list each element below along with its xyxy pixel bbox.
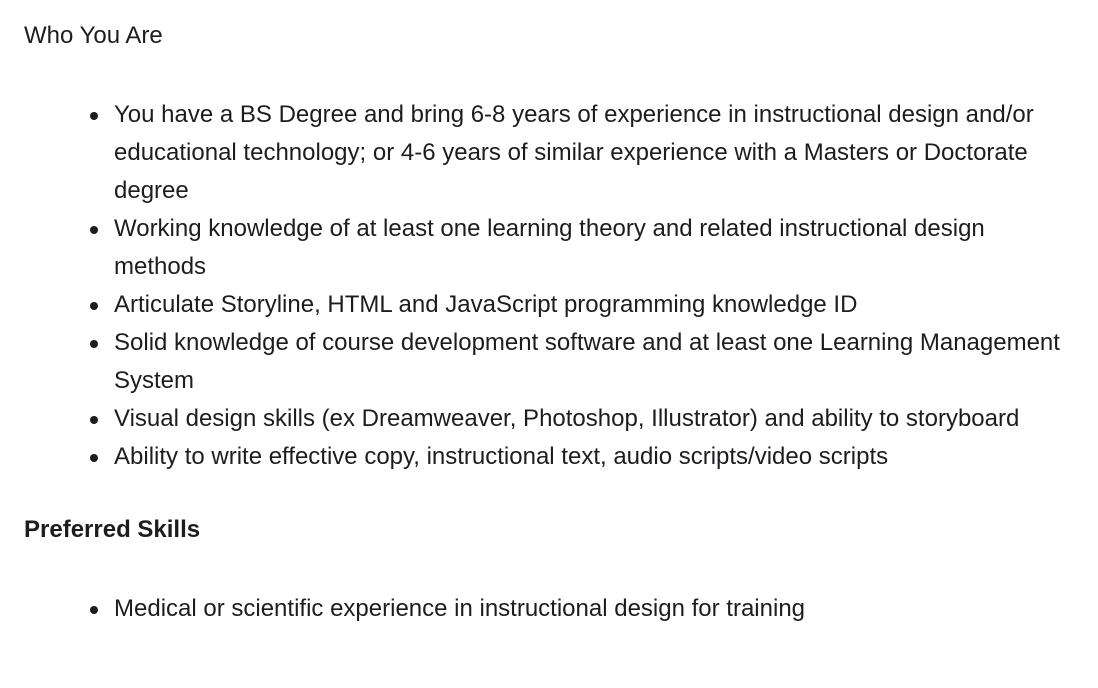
job-description-document: Who You Are You have a BS Degree and bri… [0, 0, 1098, 688]
list-item: Solid knowledge of course development so… [24, 324, 1074, 400]
list-item: Ability to write effective copy, instruc… [24, 438, 1074, 476]
list-item: You have a BS Degree and bring 6-8 years… [24, 96, 1074, 210]
preferred-skills-heading: Preferred Skills [24, 516, 201, 543]
list-item: Medical or scientific experience in inst… [24, 590, 1074, 628]
list-item: Articulate Storyline, HTML and JavaScrip… [24, 286, 1074, 324]
list-item: Working knowledge of at least one learni… [24, 210, 1074, 286]
preferred-skills-list: Medical or scientific experience in inst… [24, 590, 1098, 628]
list-item: Visual design skills (ex Dreamweaver, Ph… [24, 400, 1074, 438]
who-you-are-list: You have a BS Degree and bring 6-8 years… [24, 96, 1098, 476]
who-you-are-heading: Who You Are [24, 22, 163, 49]
